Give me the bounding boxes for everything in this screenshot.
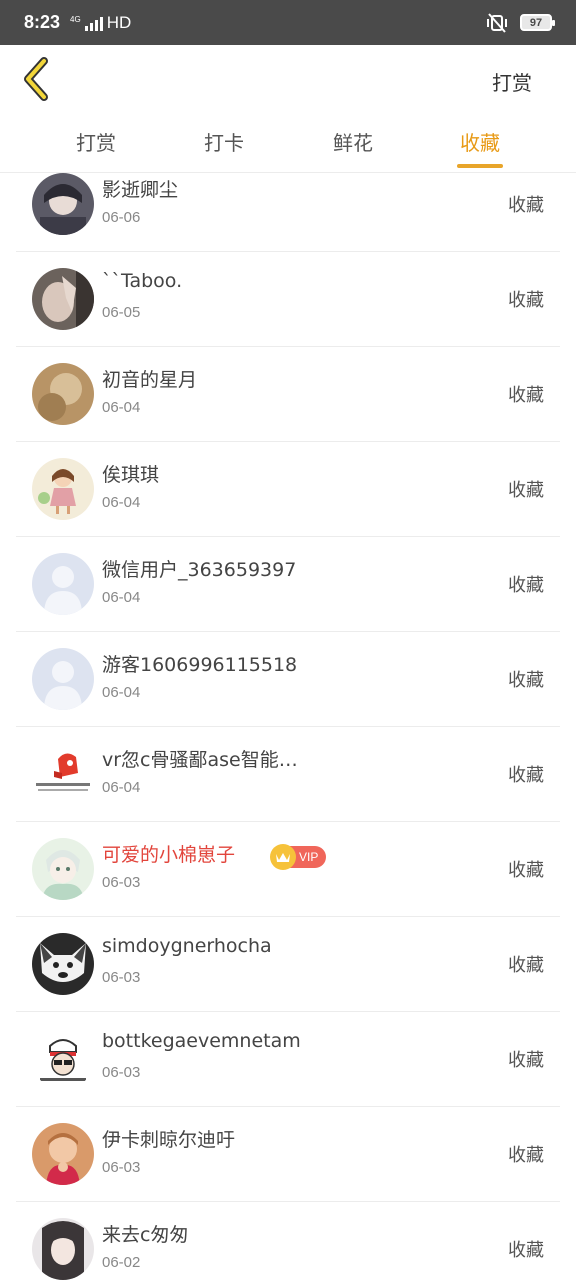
favorites-list[interactable]: 影逝卿尘 06-06 收藏 ``Taboo. 06-05 收藏 初音的星月 06… <box>0 173 576 1280</box>
user-name: 来去c匆匆 <box>102 1224 189 1246</box>
vip-badge: VIP <box>270 844 326 870</box>
favorite-label: 收藏 <box>508 1050 544 1071</box>
list-item[interactable]: 影逝卿尘 06-06 收藏 <box>16 173 560 252</box>
default-user-icon <box>32 553 94 615</box>
list-item[interactable]: 游客1606996115518 06-04 收藏 <box>16 632 560 727</box>
list-item[interactable]: 来去c匆匆 06-02 收藏 <box>16 1202 560 1280</box>
user-name: 伊卡刺晾尔迪吁 <box>102 1129 236 1151</box>
network-type: 4G <box>70 14 81 24</box>
header: 打赏 <box>0 45 576 115</box>
item-date: 06-03 <box>102 1159 141 1176</box>
avatar <box>32 553 94 615</box>
item-date: 06-06 <box>102 209 141 226</box>
status-time: 8:23 <box>24 12 61 32</box>
item-date: 06-04 <box>102 684 141 701</box>
favorite-label: 收藏 <box>508 955 544 976</box>
item-date: 06-05 <box>102 304 141 321</box>
avatar <box>32 173 94 235</box>
avatar <box>32 1123 94 1185</box>
item-date: 06-04 <box>102 589 141 606</box>
tab-checkin[interactable]: 打卡 <box>174 127 274 168</box>
tab-favorites[interactable]: 收藏 <box>430 127 530 168</box>
list-item[interactable]: ``Taboo. 06-05 收藏 <box>16 252 560 347</box>
item-date: 06-04 <box>102 494 141 511</box>
user-name: 影逝卿尘 <box>102 179 179 201</box>
reward-button[interactable]: 打赏 <box>492 67 532 96</box>
default-user-icon <box>32 648 94 710</box>
avatar <box>32 743 94 805</box>
user-name: 可爱的小棉崽子 <box>102 844 236 866</box>
item-date: 06-04 <box>102 399 141 416</box>
tab-label: 鲜花 <box>333 131 373 155</box>
item-date: 06-02 <box>102 1254 141 1271</box>
user-name: bottkegaevemnetam <box>102 1030 301 1052</box>
list-item[interactable]: 初音的星月 06-04 收藏 <box>16 347 560 442</box>
avatar <box>32 838 94 900</box>
vibrate-mute-icon <box>486 12 508 34</box>
user-name: 游客1606996115518 <box>102 654 298 676</box>
user-name: simdoygnerhocha <box>102 935 272 957</box>
tab-flowers[interactable]: 鲜花 <box>303 127 403 168</box>
tab-underline <box>73 164 119 168</box>
vip-label: VIP <box>299 850 319 864</box>
status-bar: 8:23 4G HD 97 <box>0 0 576 45</box>
battery-icon: 97 <box>520 14 555 31</box>
favorite-label: 收藏 <box>508 1240 544 1261</box>
avatar <box>32 363 94 425</box>
avatar <box>32 1028 94 1090</box>
signal-icon: 4G <box>70 15 103 31</box>
tab-underline <box>330 164 376 168</box>
favorite-label: 收藏 <box>508 385 544 406</box>
tab-underline <box>201 164 247 168</box>
user-name: 微信用户_363659397 <box>102 559 297 581</box>
favorite-label: 收藏 <box>508 1145 544 1166</box>
favorite-label: 收藏 <box>508 860 544 881</box>
item-date: 06-04 <box>102 779 141 796</box>
favorite-label: 收藏 <box>508 575 544 596</box>
list-item[interactable]: 微信用户_363659397 06-04 收藏 <box>16 537 560 632</box>
crown-icon <box>270 844 296 870</box>
list-item[interactable]: 伊卡刺晾尔迪吁 06-03 收藏 <box>16 1107 560 1202</box>
avatar <box>32 648 94 710</box>
favorite-label: 收藏 <box>508 195 544 216</box>
favorite-label: 收藏 <box>508 290 544 311</box>
avatar <box>32 1218 94 1280</box>
avatar <box>32 458 94 520</box>
list-item[interactable]: 俟琪琪 06-04 收藏 <box>16 442 560 537</box>
item-date: 06-03 <box>102 1064 141 1081</box>
user-name: 初音的星月 <box>102 369 198 391</box>
item-date: 06-03 <box>102 969 141 986</box>
user-name: vr忽c骨骚鄙ase智能… <box>102 749 298 771</box>
tab-label: 打赏 <box>76 131 116 155</box>
back-button[interactable] <box>18 55 58 103</box>
user-name: ``Taboo. <box>102 270 183 292</box>
favorite-label: 收藏 <box>508 765 544 786</box>
favorite-label: 收藏 <box>508 480 544 501</box>
list-item[interactable]: bottkegaevemnetam 06-03 收藏 <box>16 1012 560 1107</box>
tab-label: 打卡 <box>204 131 244 155</box>
tab-label: 收藏 <box>460 131 500 155</box>
user-name: 俟琪琪 <box>102 464 160 486</box>
item-date: 06-03 <box>102 874 141 891</box>
chevron-left-icon <box>24 57 48 101</box>
avatar <box>32 933 94 995</box>
list-item[interactable]: simdoygnerhocha 06-03 收藏 <box>16 917 560 1012</box>
list-item[interactable]: vr忽c骨骚鄙ase智能… 06-04 收藏 <box>16 727 560 822</box>
list-item[interactable]: 可爱的小棉崽子 VIP 06-03 收藏 <box>16 822 560 917</box>
avatar <box>32 268 94 330</box>
tab-bar: 打赏 打卡 鲜花 收藏 <box>0 115 576 173</box>
favorite-label: 收藏 <box>508 670 544 691</box>
tab-reward[interactable]: 打赏 <box>46 127 146 168</box>
hd-indicator: HD <box>106 12 132 32</box>
tab-active-underline <box>457 164 503 168</box>
